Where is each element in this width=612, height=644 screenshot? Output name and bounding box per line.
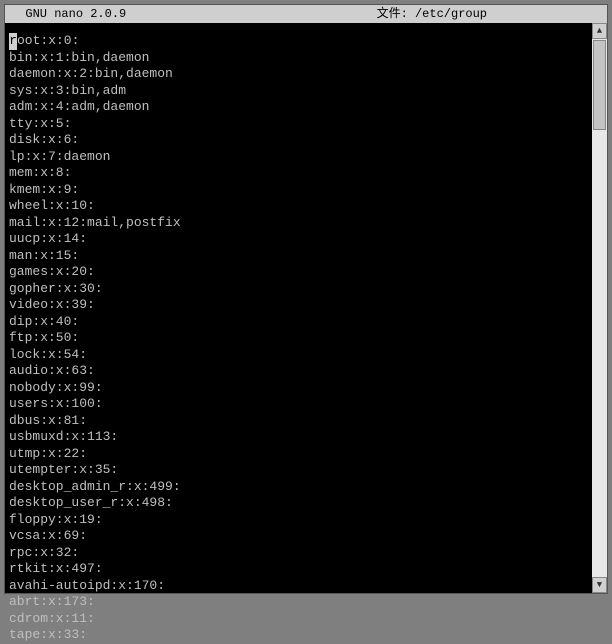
file-line: mail:x:12:mail,postfix [9, 215, 603, 232]
file-line: dip:x:40: [9, 314, 603, 331]
file-line: games:x:20: [9, 264, 603, 281]
file-line: ftp:x:50: [9, 330, 603, 347]
file-line: disk:x:6: [9, 132, 603, 149]
file-line: vcsa:x:69: [9, 528, 603, 545]
title-gap [408, 5, 415, 23]
file-line: cdrom:x:11: [9, 611, 603, 628]
file-line: rtkit:x:497: [9, 561, 603, 578]
file-line: adm:x:4:adm,daemon [9, 99, 603, 116]
app-name-version: GNU nano 2.0.9 [5, 5, 126, 23]
editor-content[interactable]: root:x:0:bin:x:1:bin,daemondaemon:x:2:bi… [5, 23, 607, 593]
file-line: tty:x:5: [9, 116, 603, 133]
file-line: desktop_admin_r:x:499: [9, 479, 603, 496]
file-line: tape:x:33: [9, 627, 603, 644]
file-line: dbus:x:81: [9, 413, 603, 430]
file-line: bin:x:1:bin,daemon [9, 50, 603, 67]
file-line: man:x:15: [9, 248, 603, 265]
file-line: users:x:100: [9, 396, 603, 413]
scroll-down-arrow-icon[interactable]: ▼ [592, 577, 607, 593]
text-cursor: r [9, 33, 17, 50]
file-path: /etc/group [415, 5, 607, 23]
file-line: gopher:x:30: [9, 281, 603, 298]
vertical-scrollbar[interactable]: ▲ ▼ [592, 23, 607, 593]
file-line: kmem:x:9: [9, 182, 603, 199]
file-line: floppy:x:19: [9, 512, 603, 529]
file-line: avahi-autoipd:x:170: [9, 578, 603, 595]
file-label: 文件: [377, 5, 408, 23]
file-line: uucp:x:14: [9, 231, 603, 248]
file-line: desktop_user_r:x:498: [9, 495, 603, 512]
file-line: audio:x:63: [9, 363, 603, 380]
file-line: video:x:39: [9, 297, 603, 314]
file-line: lock:x:54: [9, 347, 603, 364]
scroll-up-arrow-icon[interactable]: ▲ [592, 23, 607, 39]
file-line: usbmuxd:x:113: [9, 429, 603, 446]
file-line: nobody:x:99: [9, 380, 603, 397]
terminal-window: GNU nano 2.0.9 文件: /etc/group root:x:0:b… [4, 4, 608, 594]
scroll-thumb[interactable] [593, 40, 606, 130]
file-line: mem:x:8: [9, 165, 603, 182]
file-line: daemon:x:2:bin,daemon [9, 66, 603, 83]
file-line: sys:x:3:bin,adm [9, 83, 603, 100]
file-line: rpc:x:32: [9, 545, 603, 562]
file-line: utempter:x:35: [9, 462, 603, 479]
file-line: root:x:0: [9, 33, 603, 50]
nano-title-bar: GNU nano 2.0.9 文件: /etc/group [5, 5, 607, 23]
file-line: wheel:x:10: [9, 198, 603, 215]
file-line: lp:x:7:daemon [9, 149, 603, 166]
file-line: abrt:x:173: [9, 594, 603, 611]
file-line: utmp:x:22: [9, 446, 603, 463]
